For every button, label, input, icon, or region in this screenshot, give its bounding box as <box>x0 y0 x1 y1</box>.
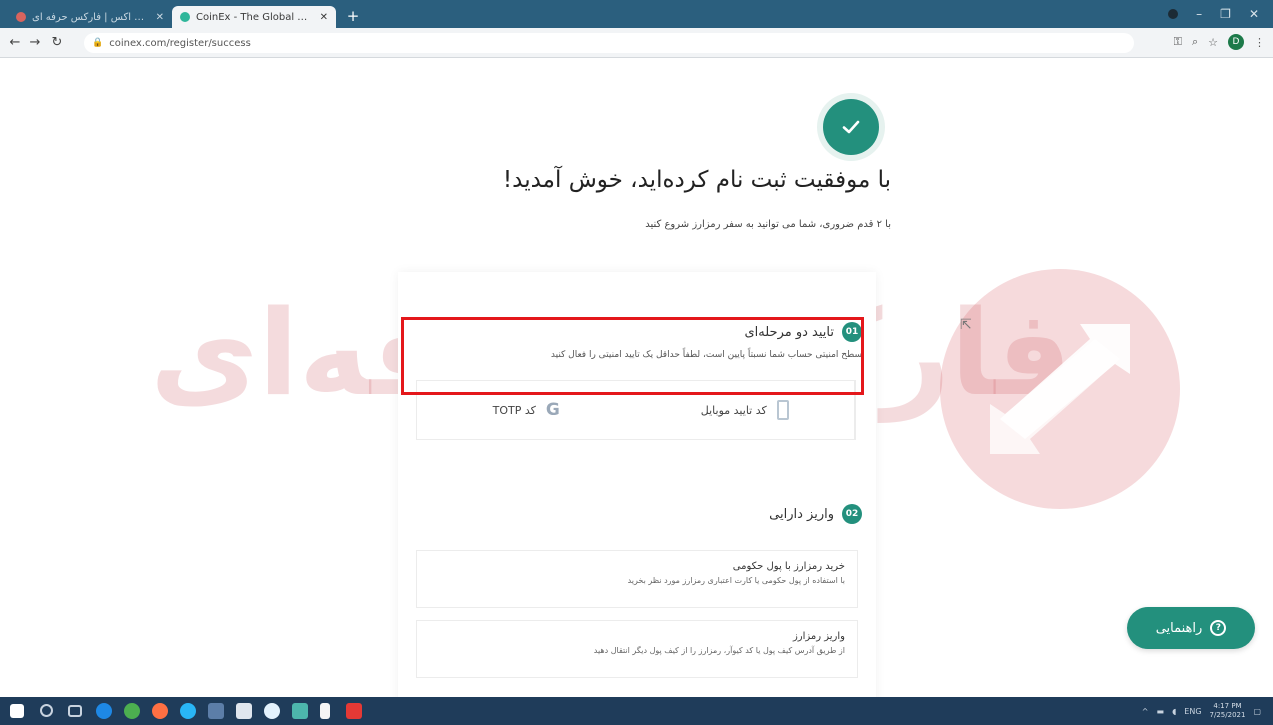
browser-tab-strip: از ثبت نام تا معامله در کوین اکس | فارکس… <box>0 0 1273 28</box>
windows-taskbar: ^ ▬ ◖ ENG 4:17 PM 7/25/2021 ▢ <box>0 697 1273 725</box>
clock-time: 4:17 PM <box>1213 702 1242 710</box>
close-window-icon[interactable]: ✕ <box>1249 7 1259 21</box>
help-button[interactable]: ? راهنمایی <box>1127 607 1255 649</box>
browser-tab-farsi-article[interactable]: از ثبت نام تا معامله در کوین اکس | فارکس… <box>8 6 172 28</box>
step-number-badge: 02 <box>842 504 862 524</box>
step-title: تایید دو مرحله‌ای <box>744 324 834 340</box>
verification-options: G کد TOTP کد تایید موبایل <box>416 380 856 440</box>
coinex-favicon-icon <box>180 12 190 22</box>
key-icon[interactable]: ⚿ <box>1174 35 1182 49</box>
clock-date: 7/25/2021 <box>1209 711 1246 719</box>
watermark-arrows-logo <box>940 269 1180 509</box>
profile-dot-icon[interactable] <box>1168 9 1179 19</box>
browser-toolbar: ← → ↻ 🔒 coinex.com/register/success ⚿ ⌕ … <box>0 28 1273 58</box>
forward-icon[interactable]: → <box>26 34 44 52</box>
help-label: راهنمایی <box>1155 620 1203 636</box>
tab-title: از ثبت نام تا معامله در کوین اکس | فارکس… <box>32 11 150 23</box>
tab-title: CoinEx - The Global Digital Coin Exchang… <box>196 11 314 23</box>
tray-chevron-icon[interactable]: ^ <box>1142 707 1149 716</box>
page-subtitle: با ۲ قدم ضروری، شما می توانید به سفر رمز… <box>645 219 891 230</box>
google-authenticator-icon: G <box>545 400 560 420</box>
step-deposit-header: 02 واریز دارایی <box>769 504 862 524</box>
mobile-code-option-button[interactable]: کد تایید موبایل <box>636 381 855 439</box>
menu-kebab-icon[interactable]: ⋮ <box>1254 36 1265 49</box>
search-icon[interactable] <box>40 704 53 717</box>
restore-icon[interactable]: ❐ <box>1220 7 1231 21</box>
app-icon[interactable] <box>346 703 362 719</box>
option-label: کد TOTP <box>492 403 536 417</box>
window-controls: – ❐ ✕ <box>1168 5 1259 23</box>
language-indicator[interactable]: ENG <box>1184 707 1201 716</box>
option-label: کد تایید موبایل <box>700 403 767 417</box>
url-text: coinex.com/register/success <box>109 37 251 49</box>
screen: از ثبت نام تا معامله در کوین اکس | فارکس… <box>0 0 1273 725</box>
system-tray: ^ ▬ ◖ ENG 4:17 PM 7/25/2021 ▢ <box>1142 701 1261 721</box>
address-bar[interactable]: 🔒 coinex.com/register/success <box>84 33 1134 53</box>
step-number-badge: 01 <box>842 322 862 342</box>
help-question-icon: ? <box>1210 620 1227 636</box>
option-title: خرید رمزارز با پول حکومی <box>732 561 845 572</box>
browser-tab-coinex[interactable]: CoinEx - The Global Digital Coin Exchang… <box>172 6 336 28</box>
app-icon[interactable] <box>208 703 224 719</box>
deposit-crypto-option[interactable]: واریز رمزارز از طریق آدرس کیف پول یا کد … <box>416 620 858 678</box>
volume-icon[interactable]: ◖ <box>1172 707 1176 716</box>
mobile-phone-icon <box>776 400 789 420</box>
close-tab-icon[interactable]: ✕ <box>320 12 328 23</box>
windows-start-icon[interactable] <box>10 704 24 718</box>
step-2fa-description: سطح امنیتی حساب شما نسبتاً پایین است، لط… <box>550 350 862 360</box>
notifications-icon[interactable]: ▢ <box>1253 707 1261 716</box>
app-icon[interactable] <box>264 703 280 719</box>
bookmark-star-icon[interactable]: ☆ <box>1208 36 1218 49</box>
step-title: واریز دارایی <box>769 506 834 522</box>
file-icon[interactable] <box>320 703 330 719</box>
success-check-icon <box>823 99 879 155</box>
network-icon[interactable]: ▬ <box>1157 707 1165 716</box>
step-2fa-header: 01 تایید دو مرحله‌ای <box>744 322 862 342</box>
mouse-cursor-icon: ⇱ <box>960 317 972 333</box>
toolbar-actions: ⚿ ⌕ ☆ D ⋮ <box>1174 34 1265 50</box>
reload-icon[interactable]: ↻ <box>48 34 66 52</box>
store-icon[interactable] <box>236 703 252 719</box>
telegram-icon[interactable] <box>180 703 196 719</box>
lock-icon: 🔒 <box>92 38 104 48</box>
zoom-icon[interactable]: ⌕ <box>1192 35 1198 49</box>
buy-crypto-fiat-option[interactable]: خرید رمزارز با پول حکومی با استفاده از پ… <box>416 550 858 608</box>
firefox-icon[interactable] <box>152 703 168 719</box>
option-title: واریز رمزارز <box>792 631 845 642</box>
app-icon[interactable] <box>292 703 308 719</box>
page-viewport: فارکس حرفه‌ای با موفقیت ثبت نام کرده‌اید… <box>0 59 1273 697</box>
account-avatar[interactable]: D <box>1228 34 1244 50</box>
task-view-icon[interactable] <box>68 705 82 717</box>
chrome-icon[interactable] <box>124 703 140 719</box>
minimize-icon[interactable]: – <box>1196 7 1202 21</box>
site-favicon-icon <box>16 12 26 22</box>
option-description: با استفاده از پول حکومی یا کارت اعتباری … <box>627 576 845 585</box>
page-title: با موفقیت ثبت نام کرده‌اید، خوش آمدید! <box>502 167 891 193</box>
taskbar-clock[interactable]: 4:17 PM 7/25/2021 <box>1210 702 1246 720</box>
option-description: از طریق آدرس کیف پول یا کد کیوآر، رمزارز… <box>593 646 845 655</box>
new-tab-button[interactable]: + <box>344 7 362 25</box>
totp-option-button[interactable]: G کد TOTP <box>417 381 636 439</box>
edge-icon[interactable] <box>96 703 112 719</box>
onboarding-card: 01 تایید دو مرحله‌ای سطح امنیتی حساب شما… <box>398 272 876 697</box>
back-icon[interactable]: ← <box>6 34 24 52</box>
close-tab-icon[interactable]: ✕ <box>156 12 164 23</box>
